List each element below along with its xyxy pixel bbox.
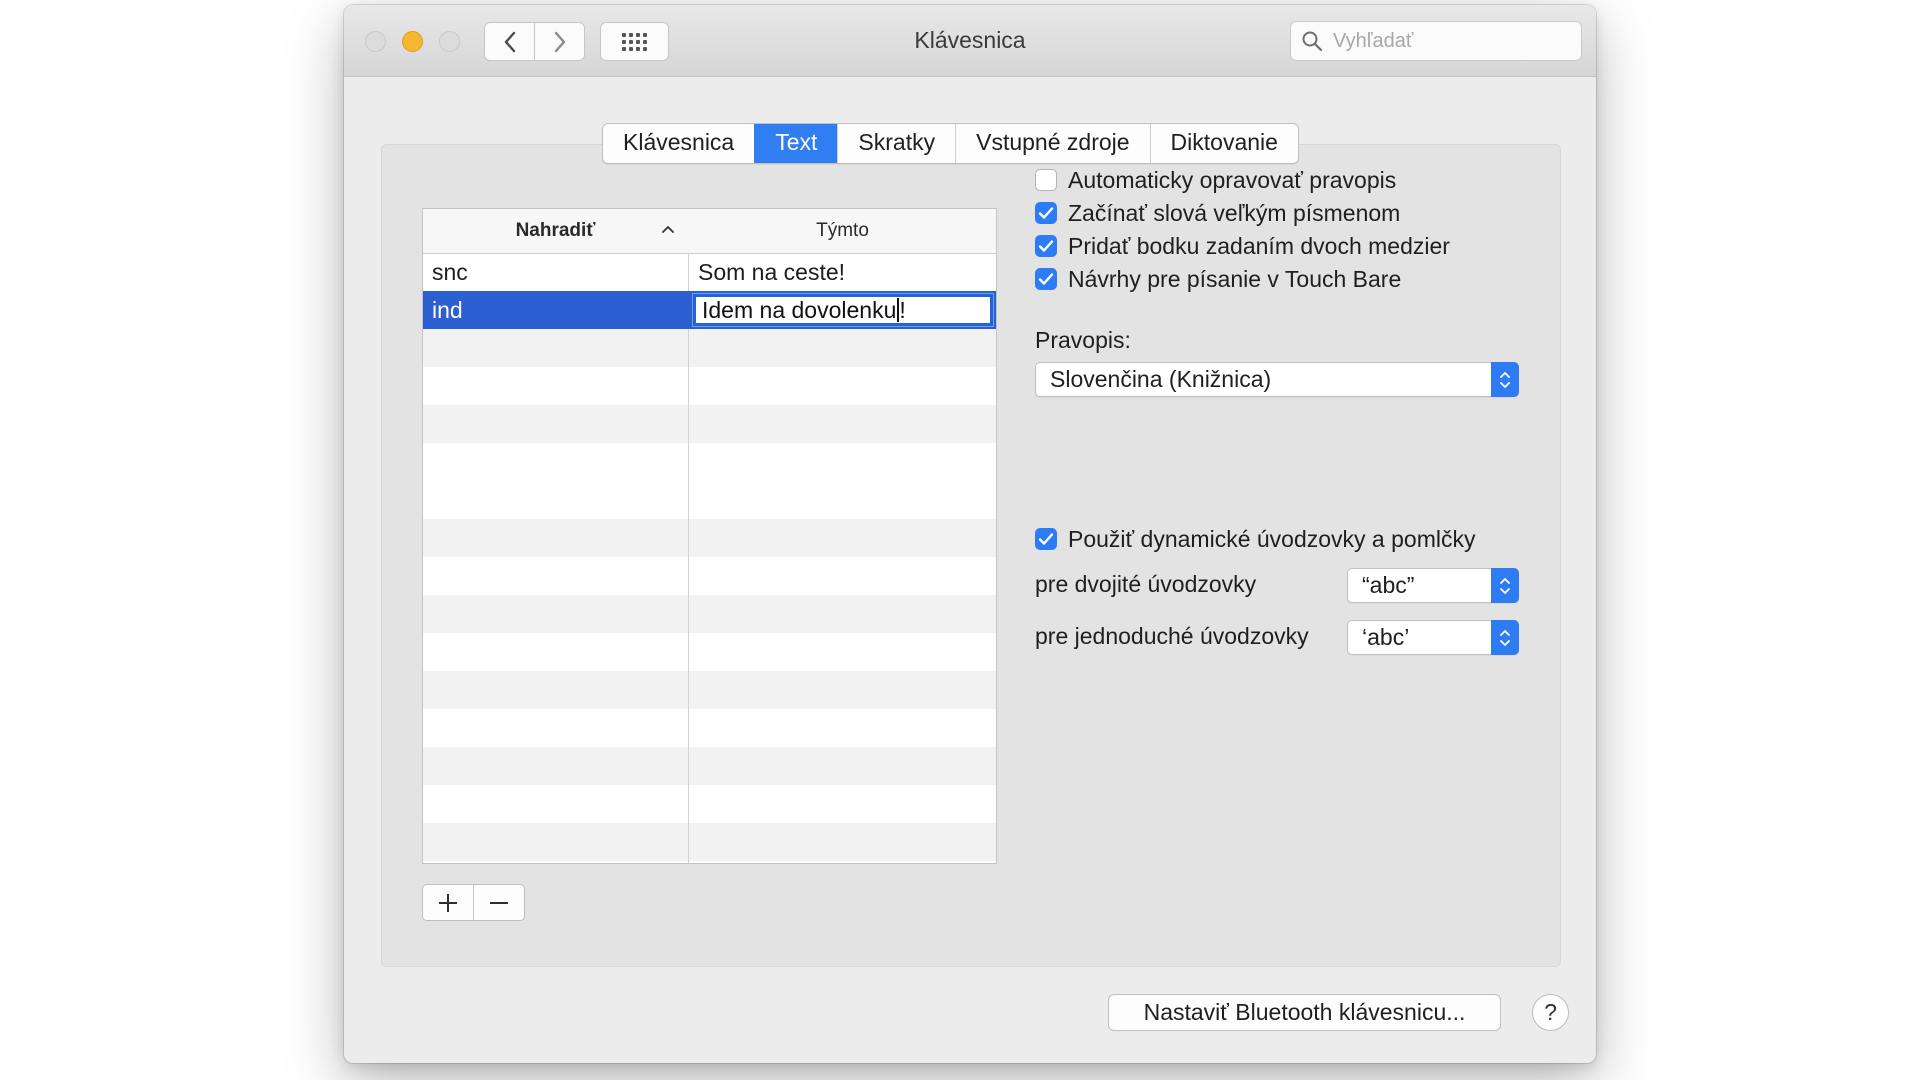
empty-row — [423, 329, 996, 367]
autocorrect-option[interactable]: Automaticky opravovať pravopis — [1035, 165, 1396, 195]
text-caret — [897, 298, 900, 322]
help-button[interactable]: ? — [1532, 994, 1569, 1031]
column-header-with[interactable]: Týmto — [689, 209, 996, 253]
search-input[interactable] — [1331, 28, 1565, 54]
checkmark-icon — [1038, 207, 1054, 219]
empty-row — [423, 823, 996, 861]
empty-row — [423, 595, 996, 633]
spelling-label: Pravopis: — [1035, 327, 1131, 353]
preferences-window: Klávesnica Klávesnica Text Skratky Vstup… — [344, 5, 1596, 1063]
tab-diktovanie[interactable]: Diktovanie — [1149, 124, 1298, 163]
title-bar: Klávesnica — [344, 5, 1596, 77]
double-quotes-value: “abc” — [1362, 572, 1415, 598]
setup-bluetooth-keyboard-button[interactable]: Nastaviť Bluetooth klávesnicu... — [1108, 994, 1501, 1031]
add-remove-buttons — [422, 884, 525, 921]
replace-cell[interactable]: snc — [423, 253, 688, 291]
empty-row — [423, 747, 996, 785]
edit-field-text: Idem na dovolenku! — [702, 297, 906, 323]
add-button[interactable] — [423, 885, 473, 920]
spelling-popup[interactable]: Slovenčina (Knižnica) — [1035, 362, 1519, 397]
touchbar-label: Návrhy pre písanie v Touch Bare — [1068, 265, 1402, 292]
touchbar-checkbox[interactable] — [1035, 268, 1057, 290]
search-field[interactable] — [1290, 21, 1582, 61]
search-icon — [1302, 31, 1323, 52]
period-checkbox[interactable] — [1035, 235, 1057, 257]
autocorrect-label: Automaticky opravovať pravopis — [1068, 166, 1397, 193]
empty-row — [423, 671, 996, 709]
double-quotes-popup[interactable]: “abc” — [1347, 568, 1519, 603]
period-option[interactable]: Pridať bodku zadaním dvoch medzier — [1035, 231, 1450, 261]
updown-arrows-icon — [1491, 620, 1519, 655]
table-header: Nahradiť Týmto — [423, 209, 996, 254]
with-cell-edit-field[interactable]: Idem na dovolenku! — [692, 293, 994, 327]
empty-row — [423, 519, 996, 557]
period-label: Pridať bodku zadaním dvoch medzier — [1068, 232, 1450, 259]
empty-row — [423, 405, 996, 443]
text-replacements-table[interactable]: Nahradiť Týmto snc Som na ceste! ind Ide… — [422, 208, 997, 864]
single-quotes-popup[interactable]: ‘abc’ — [1347, 620, 1519, 655]
tab-klavesnica[interactable]: Klávesnica — [603, 124, 754, 163]
minus-icon — [490, 901, 508, 904]
touchbar-option[interactable]: Návrhy pre písanie v Touch Bare — [1035, 264, 1401, 294]
capitalize-label: Začínať slová veľkým písmenom — [1068, 199, 1401, 226]
remove-button[interactable] — [473, 885, 524, 920]
sort-ascending-icon — [662, 226, 674, 233]
replace-cell[interactable]: ind — [423, 291, 688, 329]
smart-quotes-option[interactable]: Použiť dynamické úvodzovky a pomlčky — [1035, 524, 1475, 554]
checkmark-icon — [1038, 533, 1054, 545]
smart-quotes-label: Použiť dynamické úvodzovky a pomlčky — [1068, 525, 1476, 552]
checkmark-icon — [1038, 273, 1054, 285]
double-quotes-label: pre dvojité úvodzovky — [1035, 571, 1257, 597]
capitalize-option[interactable]: Začínať slová veľkým písmenom — [1035, 198, 1400, 228]
table-row[interactable]: snc Som na ceste! — [423, 253, 996, 291]
tab-text[interactable]: Text — [754, 124, 838, 163]
capitalize-checkbox[interactable] — [1035, 202, 1057, 224]
autocorrect-checkbox[interactable] — [1035, 169, 1057, 191]
checkmark-icon — [1038, 240, 1054, 252]
column-header-replace[interactable]: Nahradiť — [423, 209, 688, 253]
spelling-value: Slovenčina (Knižnica) — [1050, 366, 1272, 392]
plus-icon — [439, 893, 457, 912]
tab-skratky[interactable]: Skratky — [837, 124, 955, 163]
with-cell[interactable]: Som na ceste! — [689, 253, 996, 291]
updown-arrows-icon — [1491, 362, 1519, 397]
smart-quotes-checkbox[interactable] — [1035, 528, 1057, 550]
single-quotes-label: pre jednoduché úvodzovky — [1035, 623, 1309, 649]
tab-vstupne-zdroje[interactable]: Vstupné zdroje — [955, 124, 1149, 163]
table-row-selected[interactable]: ind Idem na dovolenku! — [423, 291, 996, 329]
updown-arrows-icon — [1491, 568, 1519, 603]
single-quotes-value: ‘abc’ — [1362, 624, 1410, 650]
tab-bar: Klávesnica Text Skratky Vstupné zdroje D… — [602, 123, 1299, 164]
